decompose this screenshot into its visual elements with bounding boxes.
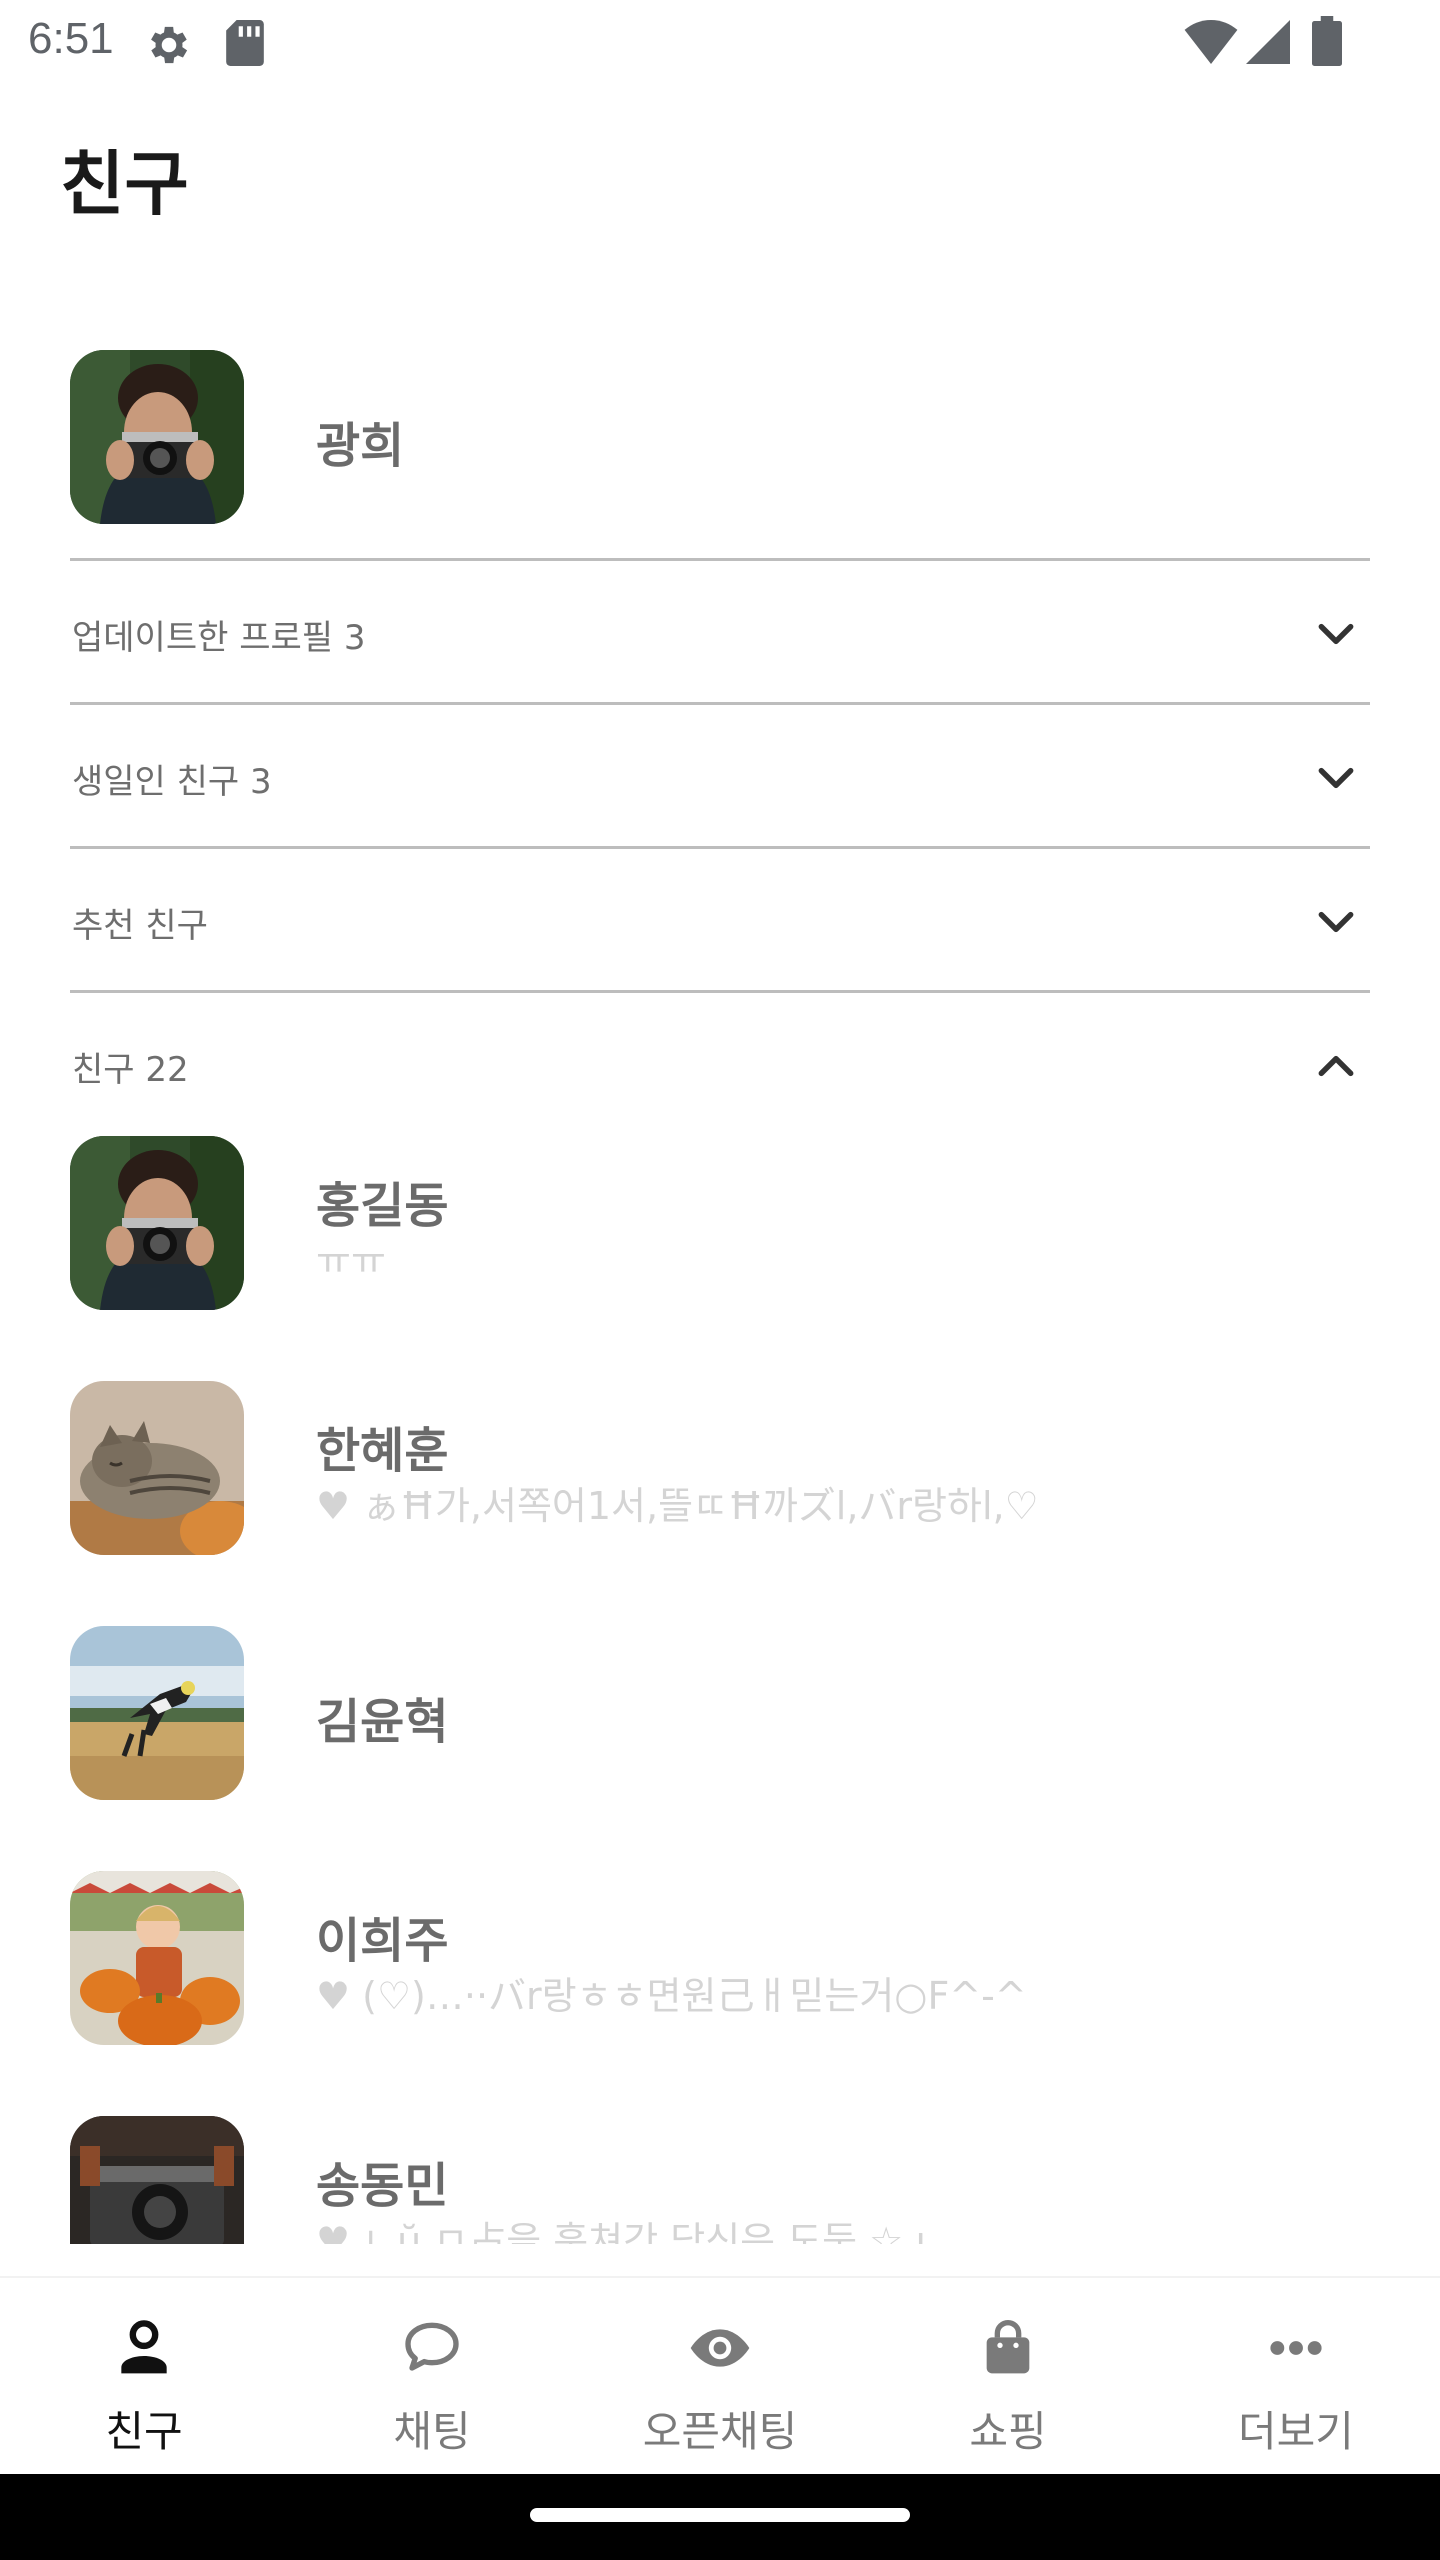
- friend-avatar[interactable]: [70, 1871, 244, 2045]
- system-nav-bar: [0, 2474, 1440, 2560]
- shopping-bag-icon: [976, 2316, 1040, 2380]
- nav-friends[interactable]: 친구: [0, 2278, 288, 2476]
- friend-name: 이희주: [316, 1913, 449, 1969]
- my-profile-name: 광희: [316, 418, 405, 474]
- friends-list-scroll[interactable]: 광희 업데이트한 프로필 3 생일인 친구 3 추천 친구 친구 22 홍길동 …: [0, 240, 1440, 2244]
- section-label: 추천 친구: [72, 906, 208, 946]
- gear-icon: [144, 20, 194, 74]
- friend-row[interactable]: 김윤혁: [0, 1616, 1440, 1861]
- person-icon: [112, 2316, 176, 2380]
- my-profile-avatar[interactable]: [70, 350, 244, 524]
- wifi-icon: [1184, 20, 1238, 68]
- section-birthday-friends[interactable]: 생일인 친구 3: [0, 706, 1440, 850]
- friend-row[interactable]: 이희주 ♥ (♡)…··バr랑ㅎㅎ면원己ㅐ믿는거○F^-^: [0, 1861, 1440, 2106]
- friend-status-message: ㅠㅠ: [316, 1239, 386, 1283]
- section-label: 생일인 친구 3: [72, 762, 272, 802]
- divider: [70, 990, 1370, 993]
- chevron-down-icon: [1314, 900, 1358, 944]
- friend-status-message: ♥ (♡)…··バr랑ㅎㅎ면원己ㅐ믿는거○F^-^: [316, 1974, 1027, 2018]
- friend-name: 송동민: [316, 2158, 449, 2214]
- eye-icon: [688, 2316, 752, 2380]
- friend-row[interactable]: 홍길동 ㅠㅠ: [0, 1126, 1440, 1371]
- chevron-down-icon: [1314, 756, 1358, 800]
- page-title: 친구: [60, 143, 189, 225]
- chat-bubble-icon: [400, 2316, 464, 2380]
- nav-more[interactable]: 더보기: [1152, 2278, 1440, 2476]
- section-recommended-friends[interactable]: 추천 친구: [0, 850, 1440, 994]
- signal-icon: [1246, 20, 1290, 68]
- chevron-down-icon: [1314, 612, 1358, 656]
- more-dots-icon: [1264, 2316, 1328, 2380]
- section-updated-profiles[interactable]: 업데이트한 프로필 3: [0, 562, 1440, 706]
- friend-avatar[interactable]: [70, 1626, 244, 1800]
- friend-status-message: ♥ ぁĦ가,서쪽어1서,뜰ㄸĦ까ズl,バr랑하l,♡: [316, 1484, 1039, 1528]
- status-bar: 6:51: [0, 0, 1440, 84]
- battery-icon: [1312, 16, 1342, 70]
- sd-card-icon: [224, 20, 266, 70]
- friend-avatar[interactable]: [70, 2116, 244, 2244]
- nav-chat[interactable]: 채팅: [288, 2278, 576, 2476]
- nav-label: 오픈채팅: [642, 2407, 798, 2456]
- divider: [70, 558, 1370, 561]
- friend-status-message: ♥ ㄴŭ ㅁ占을 훔쳐간 당신은 도둑 ☆ ı: [316, 2219, 926, 2244]
- nav-shopping[interactable]: 쇼핑: [864, 2278, 1152, 2476]
- chevron-up-icon: [1314, 1044, 1358, 1088]
- friend-row[interactable]: 한혜훈 ♥ ぁĦ가,서쪽어1서,뜰ㄸĦ까ズl,バr랑하l,♡: [0, 1371, 1440, 1616]
- nav-label: 더보기: [1238, 2407, 1354, 2456]
- friend-name: 김윤혁: [316, 1694, 449, 1750]
- nav-label: 채팅: [393, 2407, 471, 2456]
- friend-row[interactable]: 송동민 ♥ ㄴŭ ㅁ占을 훔쳐간 당신은 도둑 ☆ ı: [0, 2106, 1440, 2244]
- section-friends[interactable]: 친구 22: [0, 994, 1440, 1138]
- nav-open-chat[interactable]: 오픈채팅: [576, 2278, 864, 2476]
- divider: [70, 702, 1370, 705]
- divider: [70, 846, 1370, 849]
- friend-avatar[interactable]: [70, 1136, 244, 1310]
- nav-label: 쇼핑: [969, 2407, 1047, 2456]
- bottom-nav: 친구 채팅 오픈채팅 쇼핑 더보기: [0, 2276, 1440, 2474]
- nav-label: 친구: [105, 2407, 183, 2456]
- friend-name: 한혜훈: [316, 1423, 449, 1479]
- home-handle[interactable]: [530, 2508, 910, 2522]
- status-time: 6:51: [28, 14, 114, 63]
- friend-name: 홍길동: [316, 1178, 449, 1234]
- friend-avatar[interactable]: [70, 1381, 244, 1555]
- section-label: 업데이트한 프로필 3: [72, 618, 366, 658]
- section-label: 친구 22: [72, 1050, 189, 1090]
- my-profile-row[interactable]: 광희: [0, 240, 1440, 560]
